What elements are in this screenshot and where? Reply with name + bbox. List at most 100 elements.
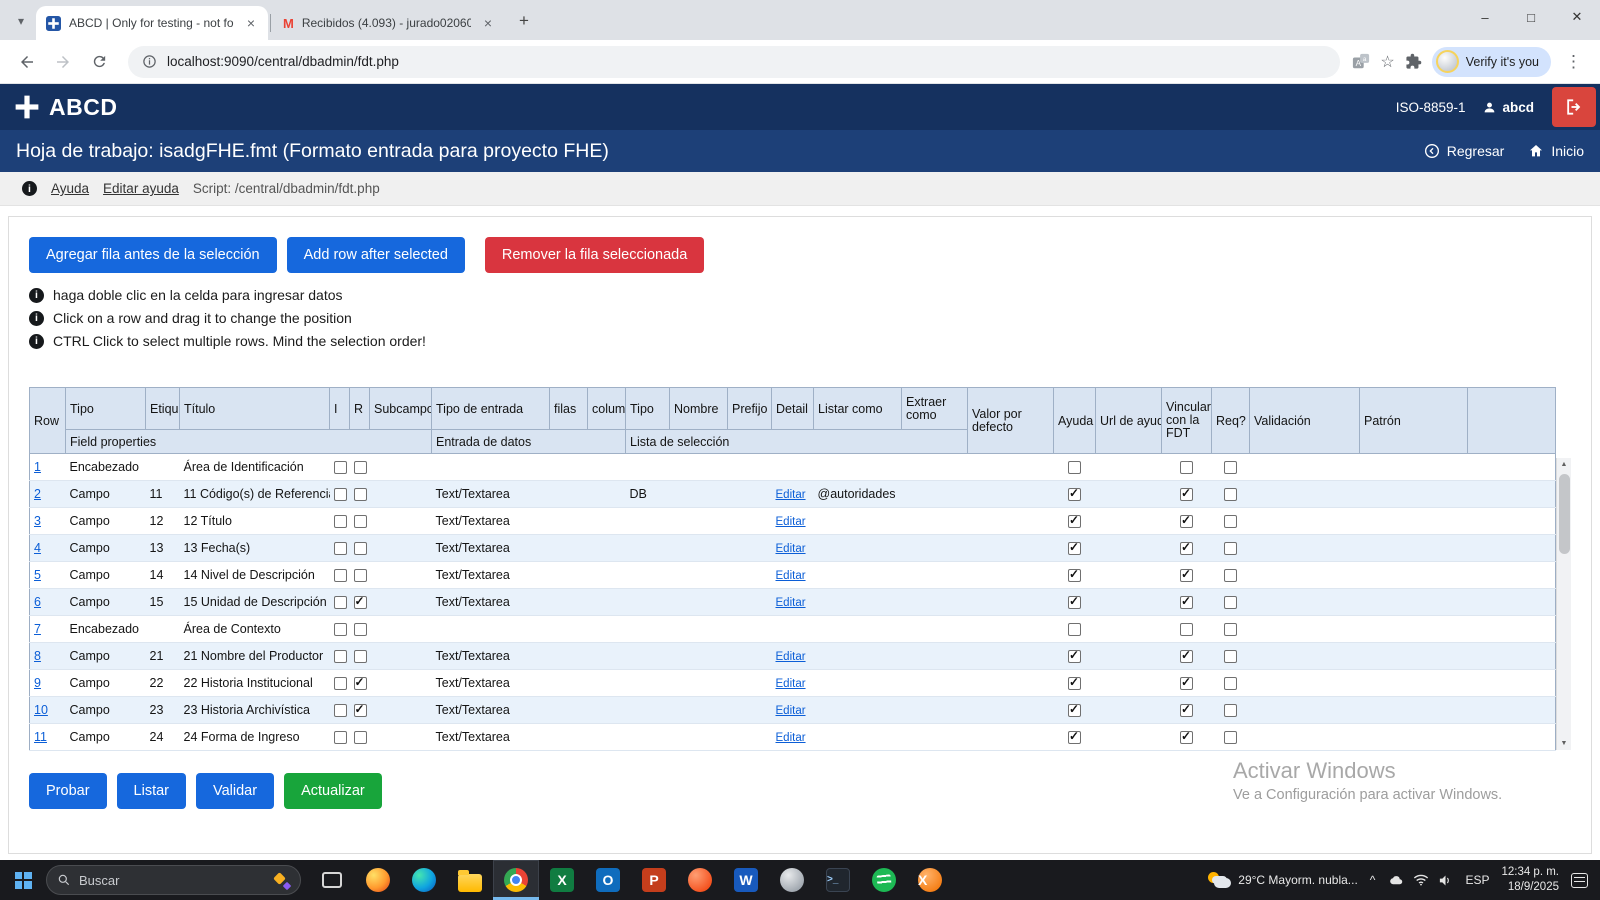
req-checkbox[interactable]	[1224, 542, 1237, 555]
address-bar[interactable]: localhost:9090/central/dbadmin/fdt.php	[128, 46, 1340, 78]
r-checkbox[interactable]	[354, 515, 367, 528]
ayuda-checkbox[interactable]	[1068, 488, 1081, 501]
edit-detail-link[interactable]: Editar	[776, 705, 806, 717]
excel-icon[interactable]	[539, 860, 585, 900]
taskbar-search-box[interactable]: Buscar	[46, 865, 301, 895]
edit-help-link[interactable]: Editar ayuda	[103, 181, 179, 196]
vincular-checkbox[interactable]	[1180, 461, 1193, 474]
help-link[interactable]: Ayuda	[51, 181, 89, 196]
edge-icon[interactable]	[401, 860, 447, 900]
remove-row-button[interactable]: Remover la fila seleccionada	[485, 237, 704, 273]
r-checkbox[interactable]	[354, 569, 367, 582]
logout-button[interactable]	[1552, 87, 1596, 127]
i-checkbox[interactable]	[334, 650, 347, 663]
row-number-link[interactable]: 6	[34, 595, 41, 609]
r-checkbox[interactable]	[354, 650, 367, 663]
word-icon[interactable]	[723, 860, 769, 900]
table-row[interactable]: 9Campo2222 Historia InstitucionalText/Te…	[30, 670, 1556, 697]
scroll-up-icon[interactable]: ▲	[1561, 458, 1568, 471]
edit-detail-link[interactable]: Editar	[776, 516, 806, 528]
validate-button[interactable]: Validar	[196, 773, 274, 809]
r-checkbox[interactable]	[354, 461, 367, 474]
test-button[interactable]: Probar	[29, 773, 107, 809]
opera-icon[interactable]	[677, 860, 723, 900]
table-row[interactable]: 3Campo1212 TítuloText/TextareaEditar	[30, 508, 1556, 535]
i-checkbox[interactable]	[334, 488, 347, 501]
i-checkbox[interactable]	[334, 704, 347, 717]
row-number-link[interactable]: 4	[34, 541, 41, 555]
browser-tab-active[interactable]: ABCD | Only for testing - not fo ×	[36, 6, 268, 40]
vincular-checkbox[interactable]	[1180, 623, 1193, 636]
volume-icon[interactable]	[1438, 874, 1453, 887]
r-checkbox[interactable]	[354, 488, 367, 501]
r-checkbox[interactable]	[354, 542, 367, 555]
req-checkbox[interactable]	[1224, 569, 1237, 582]
window-maximize-button[interactable]: □	[1508, 0, 1554, 34]
scroll-down-icon[interactable]: ▼	[1561, 737, 1568, 750]
ayuda-checkbox[interactable]	[1068, 704, 1081, 717]
row-number-link[interactable]: 1	[34, 460, 41, 474]
terminal-icon[interactable]	[815, 860, 861, 900]
vincular-checkbox[interactable]	[1180, 650, 1193, 663]
row-number-link[interactable]: 10	[34, 703, 48, 717]
abcd-logo[interactable]: ABCD	[14, 94, 117, 121]
xampp-icon[interactable]	[907, 860, 953, 900]
i-checkbox[interactable]	[334, 623, 347, 636]
search-highlights-icon[interactable]	[272, 871, 290, 889]
i-checkbox[interactable]	[334, 515, 347, 528]
table-row[interactable]: 4Campo1313 Fecha(s)Text/TextareaEditar	[30, 535, 1556, 562]
edit-detail-link[interactable]: Editar	[776, 489, 806, 501]
notifications-icon[interactable]	[1571, 873, 1588, 888]
ayuda-checkbox[interactable]	[1068, 677, 1081, 690]
ayuda-checkbox[interactable]	[1068, 569, 1081, 582]
vincular-checkbox[interactable]	[1180, 596, 1193, 609]
vincular-checkbox[interactable]	[1180, 488, 1193, 501]
table-row[interactable]: 5Campo1414 Nivel de DescripciónText/Text…	[30, 562, 1556, 589]
task-view-icon[interactable]	[309, 860, 355, 900]
req-checkbox[interactable]	[1224, 515, 1237, 528]
extensions-icon[interactable]	[1405, 53, 1422, 70]
chrome-icon[interactable]	[493, 860, 539, 900]
row-number-link[interactable]: 11	[34, 730, 47, 744]
scrollbar-thumb[interactable]	[1559, 474, 1570, 554]
row-number-link[interactable]: 9	[34, 676, 41, 690]
hidden-icons-chevron[interactable]: ^	[1370, 873, 1376, 887]
tab-search-icon[interactable]: ▾	[8, 8, 34, 34]
r-checkbox[interactable]	[354, 731, 367, 744]
ayuda-checkbox[interactable]	[1068, 731, 1081, 744]
r-checkbox[interactable]	[354, 596, 367, 609]
profile-chip[interactable]: Verify it's you	[1432, 47, 1551, 77]
r-checkbox[interactable]	[354, 704, 367, 717]
edit-detail-link[interactable]: Editar	[776, 678, 806, 690]
req-checkbox[interactable]	[1224, 731, 1237, 744]
table-row[interactable]: 10Campo2323 Historia ArchivísticaText/Te…	[30, 697, 1556, 724]
taskbar-clock[interactable]: 12:34 p. m. 18/9/2025	[1501, 865, 1559, 895]
paint-icon[interactable]	[769, 860, 815, 900]
i-checkbox[interactable]	[334, 569, 347, 582]
add-row-before-button[interactable]: Agregar fila antes de la selección	[29, 237, 277, 273]
table-scrollbar[interactable]: ▲ ▼	[1556, 458, 1571, 750]
edit-detail-link[interactable]: Editar	[776, 597, 806, 609]
edit-detail-link[interactable]: Editar	[776, 651, 806, 663]
req-checkbox[interactable]	[1224, 461, 1237, 474]
start-button[interactable]	[0, 860, 46, 900]
outlook-icon[interactable]	[585, 860, 631, 900]
row-number-link[interactable]: 5	[34, 568, 41, 582]
table-row[interactable]: 8Campo2121 Nombre del ProductorText/Text…	[30, 643, 1556, 670]
i-checkbox[interactable]	[334, 542, 347, 555]
vincular-checkbox[interactable]	[1180, 515, 1193, 528]
req-checkbox[interactable]	[1224, 677, 1237, 690]
home-link[interactable]: Inicio	[1528, 143, 1584, 159]
req-checkbox[interactable]	[1224, 623, 1237, 636]
new-tab-button[interactable]: +	[511, 8, 537, 34]
req-checkbox[interactable]	[1224, 704, 1237, 717]
forward-button[interactable]	[46, 45, 80, 79]
back-link[interactable]: Regresar	[1424, 143, 1505, 159]
language-indicator[interactable]: ESP	[1465, 873, 1489, 887]
ayuda-checkbox[interactable]	[1068, 461, 1081, 474]
powerpoint-icon[interactable]	[631, 860, 677, 900]
vincular-checkbox[interactable]	[1180, 677, 1193, 690]
ayuda-checkbox[interactable]	[1068, 515, 1081, 528]
bookmark-star-icon[interactable]: ☆	[1380, 52, 1394, 72]
vincular-checkbox[interactable]	[1180, 704, 1193, 717]
